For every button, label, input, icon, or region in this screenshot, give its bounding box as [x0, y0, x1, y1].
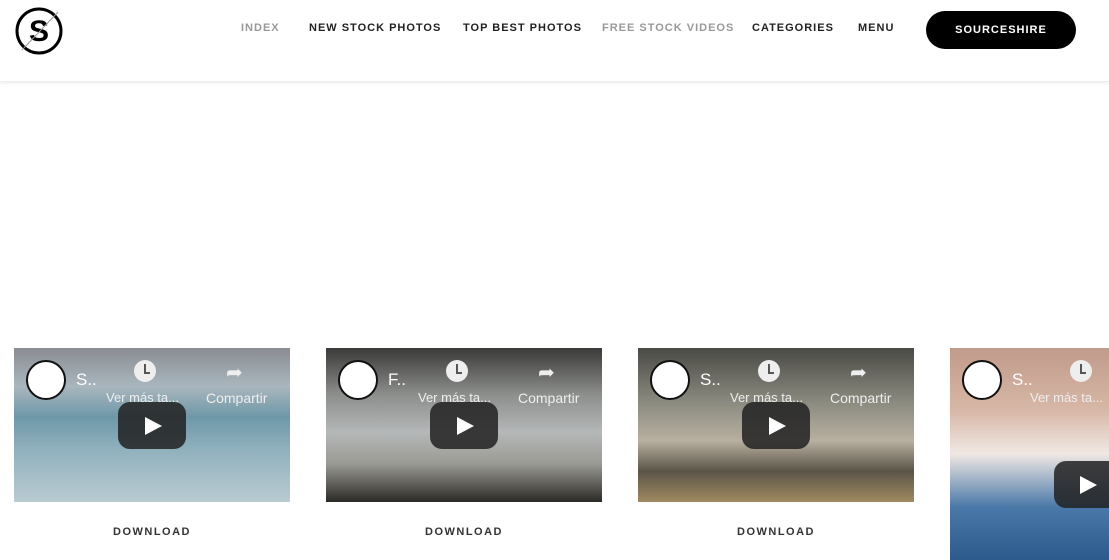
video-embed[interactable]: S.. Ver más ta... ➦ Compartir: [638, 348, 914, 502]
channel-avatar[interactable]: [338, 360, 378, 400]
nav-top-best-photos[interactable]: TOP BEST PHOTOS: [463, 22, 582, 34]
nav-menu[interactable]: MENU: [858, 22, 894, 34]
channel-avatar[interactable]: [26, 360, 66, 400]
play-button[interactable]: [430, 402, 498, 449]
watch-later-label: Ver más ta...: [1030, 390, 1103, 405]
video-embed[interactable]: S.. Ver más ta...: [950, 348, 1109, 560]
share-label: Compartir: [830, 390, 892, 406]
video-title[interactable]: S..: [700, 370, 721, 390]
clock-icon[interactable]: [1070, 360, 1092, 382]
sourceshire-button[interactable]: SOURCESHIRE: [926, 11, 1076, 49]
clock-icon[interactable]: [134, 360, 156, 382]
nav-new-stock-photos[interactable]: NEW STOCK PHOTOS: [309, 22, 441, 34]
share-icon[interactable]: ➦: [850, 360, 867, 385]
download-link[interactable]: DOWNLOAD: [326, 526, 602, 538]
clock-icon[interactable]: [758, 360, 780, 382]
clock-icon[interactable]: [446, 360, 468, 382]
nav-categories[interactable]: CATEGORIES: [752, 22, 834, 34]
share-label: Compartir: [206, 390, 268, 406]
play-button[interactable]: [1054, 461, 1109, 508]
video-embed[interactable]: S.. Ver más ta... ➦ Compartir: [14, 348, 290, 502]
site-header: S INDEX NEW STOCK PHOTOS TOP BEST PHOTOS…: [0, 0, 1109, 82]
play-button[interactable]: [742, 402, 810, 449]
share-icon[interactable]: ➦: [538, 360, 555, 385]
video-embed[interactable]: F.. Ver más ta... ➦ Compartir: [326, 348, 602, 502]
video-title[interactable]: F..: [388, 370, 406, 390]
video-title[interactable]: S..: [1012, 370, 1033, 390]
nav-free-stock-videos[interactable]: FREE STOCK VIDEOS: [602, 22, 734, 34]
channel-avatar[interactable]: [650, 360, 690, 400]
download-link[interactable]: DOWNLOAD: [14, 526, 290, 538]
channel-avatar[interactable]: [962, 360, 1002, 400]
share-label: Compartir: [518, 390, 580, 406]
download-link[interactable]: DOWNLOAD: [638, 526, 914, 538]
sourceshire-logo[interactable]: S: [14, 6, 64, 56]
video-title[interactable]: S..: [76, 370, 97, 390]
play-button[interactable]: [118, 402, 186, 449]
share-icon[interactable]: ➦: [226, 360, 243, 385]
nav-index[interactable]: INDEX: [241, 22, 280, 34]
